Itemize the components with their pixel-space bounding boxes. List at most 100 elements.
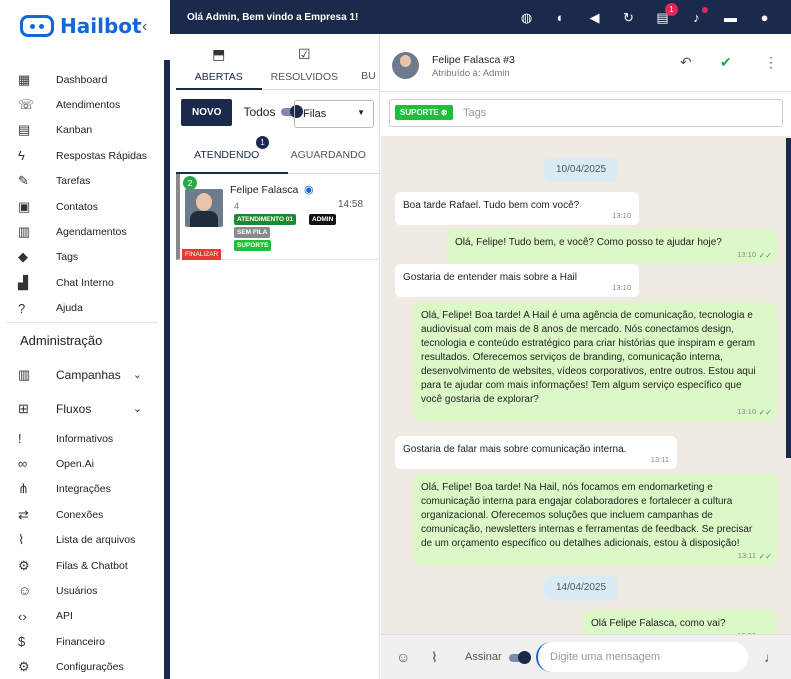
attach-icon[interactable]: ⌇ <box>431 649 438 666</box>
chat-scrollbar[interactable] <box>786 138 791 458</box>
sidebar-item-usuarios[interactable]: ☺ Usuários <box>0 578 164 603</box>
sidebar-item-label: Contatos <box>56 200 99 213</box>
double-check-icon: ✓✓ <box>758 251 772 260</box>
composer: ☺ ⌇ Assinar Digite uma mensagem ♩ <box>381 634 791 679</box>
bell-icon[interactable]: ♪ <box>688 6 708 26</box>
tags-input[interactable]: SUPORTE ⊗ Tags <box>389 99 783 127</box>
fluxos-icon: ⊞ <box>18 400 29 416</box>
chevron-down-icon: ⌄ <box>132 369 142 382</box>
message-time: 13:10 <box>737 250 756 259</box>
sidebar-item-financeiro[interactable]: $ Financeiro <box>0 629 164 654</box>
sidebar-item-open-ai[interactable]: ∞ Open.Ai <box>0 451 164 476</box>
sidebar-group-fluxos[interactable]: ⊞ Fluxos ⌄ <box>0 392 164 426</box>
brightness-icon[interactable]: ◐ <box>552 9 569 26</box>
topbar-icons: ◍ ◐ ◀ ↻ ▤ 1 ♪ ▬ ● <box>518 2 773 26</box>
date-separator: 14/04/2025 <box>544 576 619 600</box>
message-input[interactable]: Digite uma mensagem <box>536 642 748 672</box>
tab-bu[interactable]: BU <box>347 34 379 89</box>
sidebar-item-ajuda[interactable]: ? Ajuda <box>0 296 164 321</box>
double-check-icon: ✓✓ <box>758 552 772 561</box>
sidebar-item-integracoes[interactable]: ⋔ Integrações <box>0 477 164 502</box>
resolve-ticket-icon[interactable]: ✔ <box>720 54 732 71</box>
sidebar-item-label: Configurações <box>56 661 124 674</box>
eye-icon[interactable]: ◉ <box>304 183 314 196</box>
notification-dot <box>702 6 708 13</box>
collapse-sidebar-icon[interactable]: ‹ <box>142 18 147 36</box>
kanban-icon: ▤ <box>18 122 31 138</box>
incoming-message[interactable]: Gostaria de falar mais sobre comunicação… <box>395 436 677 469</box>
topbar: Olá Admin, Bem vindo a Empresa 1! ◍ ◐ ◀ ↻ ▤ 1… <box>170 0 791 34</box>
sidebar-item-label: Respostas Rápidas <box>56 149 148 162</box>
tab-label: ABERTAS <box>194 71 243 83</box>
volume-icon[interactable]: ◀ <box>586 9 603 26</box>
chat-icon[interactable]: ▬ <box>722 9 739 26</box>
outgoing-message[interactable]: Olá, Felipe! Boa tarde! A Hail é uma agê… <box>413 302 777 421</box>
sidebar-item-atendimentos[interactable]: ☏ Atendimentos <box>0 92 164 117</box>
more-options-icon[interactable]: ⋮ <box>764 54 778 71</box>
refresh-icon[interactable]: ↻ <box>620 9 637 26</box>
messages-icon[interactable]: ▤ 1 <box>654 2 678 26</box>
chat-contact-name[interactable]: Felipe Falasca #3 <box>432 54 515 66</box>
sidebar-item-respostas-rapidas[interactable]: ϟ Respostas Rápidas <box>0 143 164 168</box>
sidebar-item-filas-chatbot[interactable]: ⚙ Filas & Chatbot <box>0 553 164 578</box>
sidebar-item-dashboard[interactable]: ▦ Dashboard <box>0 67 164 92</box>
subtab-label: ATENDENDO <box>194 149 260 161</box>
ticket-last-message: 4 <box>234 201 240 211</box>
sidebar-item-label: Agendamentos <box>56 226 127 239</box>
outgoing-message[interactable]: Olá, Felipe! Boa tarde! Na Hail, nós foc… <box>413 474 777 565</box>
incoming-message[interactable]: Boa tarde Rafael. Tudo bem com você? 13:1… <box>395 192 639 225</box>
sidebar-item-label: Dashboard <box>56 73 108 86</box>
sidebar-item-label: Conexões <box>56 508 104 521</box>
subtab-atendendo[interactable]: ATENDENDO 1 <box>176 134 278 173</box>
queues-select[interactable]: Filas ▼ <box>294 100 374 128</box>
sidebar-item-label: Campanhas <box>56 367 121 382</box>
tab-abertas[interactable]: ⬒ ABERTAS <box>176 34 262 89</box>
sidebar-item-lista-de-arquivos[interactable]: ⌇ Lista de arquivos <box>0 527 164 552</box>
sign-toggle[interactable] <box>509 651 531 664</box>
sidebar-item-api[interactable]: ‹› API <box>0 604 164 629</box>
chevron-down-icon: ⌄ <box>132 403 142 416</box>
tab-label: BU <box>361 70 376 82</box>
tag-chip-suporte[interactable]: SUPORTE ⊗ <box>395 105 453 120</box>
app-root: Hailbot ‹ ▦ Dashboard ☏ Atendimentos ▤ Kanban… <box>0 0 791 679</box>
account-icon[interactable]: ● <box>756 9 773 26</box>
sidebar-item-tarefas[interactable]: ✎ Tarefas <box>0 169 164 194</box>
tags-bar: SUPORTE ⊗ Tags <box>381 92 791 136</box>
tab-resolvidos[interactable]: ☑ RESOLVIDOS <box>262 34 348 89</box>
sidebar-item-configuracoes[interactable]: ⚙ Configurações <box>0 654 164 679</box>
sidebar-item-tags[interactable]: ◆ Tags <box>0 245 164 270</box>
outgoing-message[interactable]: Olá, Felipe! Tudo bem, e você? Como poss… <box>447 229 777 264</box>
incoming-message[interactable]: Gostaria de entender mais sobre a Hail 13… <box>395 264 639 297</box>
subtab-aguardando[interactable]: AGUARDANDO2 <box>278 134 399 173</box>
finalize-button[interactable]: FINALIZAR <box>182 249 222 260</box>
sidebar-item-label: Tarefas <box>56 175 91 188</box>
subtab-count-badge: 1 <box>256 136 269 149</box>
respostas-rapidas-icon: ϟ <box>18 148 25 164</box>
tab-indicator <box>176 88 262 90</box>
chat-contact-avatar[interactable] <box>392 52 419 79</box>
sidebar-menu: ▦ Dashboard ☏ Atendimentos ▤ Kanban ϟ Respostas… <box>0 67 164 679</box>
globe-icon[interactable]: ◍ <box>518 9 535 26</box>
message-text: Gostaria de entender mais sobre a Hail <box>403 272 577 283</box>
emoji-icon[interactable]: ☺ <box>396 649 410 665</box>
new-ticket-button[interactable]: NOVO <box>181 98 233 126</box>
ticket-item[interactable]: 2 FINALIZAR Felipe Falasca ◉ 4 14:58 ATE… <box>176 174 379 260</box>
sidebar-item-kanban[interactable]: ▤ Kanban <box>0 118 164 143</box>
sidebar-item-contatos[interactable]: ▣ Contatos <box>0 194 164 219</box>
sidebar-group-campanhas[interactable]: ▥ Campanhas ⌄ <box>0 358 164 392</box>
microphone-icon[interactable]: ♩ <box>764 649 778 665</box>
sidebar-item-label: Ajuda <box>56 302 83 315</box>
sidebar-item-chat-interno[interactable]: ▟ Chat Interno <box>0 270 164 295</box>
atendimentos-icon: ☏ <box>18 97 35 113</box>
sidebar-item-conexoes[interactable]: ⇄ Conexões <box>0 502 164 527</box>
integracoes-icon: ⋔ <box>18 481 29 497</box>
configuracoes-icon: ⚙ <box>18 659 30 675</box>
sidebar-item-informativos[interactable]: ! Informativos <box>0 426 164 451</box>
sidebar-item-agendamentos[interactable]: ▥ Agendamentos <box>0 219 164 244</box>
sidebar-scrollbar[interactable] <box>164 60 170 679</box>
return-ticket-icon[interactable]: ↶ <box>680 54 692 71</box>
outgoing-message[interactable]: Olá Felipe Falasca, como vai?16:00✓✓ <box>583 610 777 634</box>
date-separator: 10/04/2025 <box>544 158 619 182</box>
chat-panel: Felipe Falasca #3 Atribuído à: Admin ↶ ✔… <box>381 34 791 679</box>
resolvidos-icon: ☑ <box>298 46 311 62</box>
